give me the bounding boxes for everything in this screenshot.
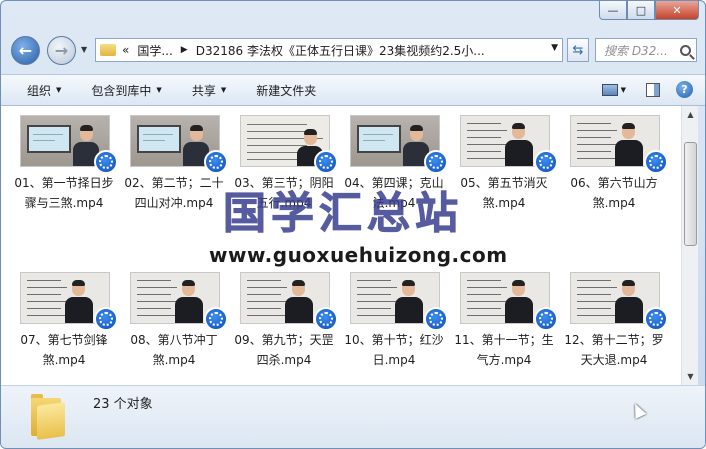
refresh-icon: ⇆ <box>572 42 584 58</box>
include-in-library-menu[interactable]: 包含到库中 ▼ <box>91 82 161 99</box>
view-dropdown-icon[interactable]: ▼ <box>621 86 626 94</box>
file-name: 06、第六节山方煞.mp4 <box>570 176 658 210</box>
search-icon[interactable] <box>680 44 691 56</box>
file-name: 02、第二节；二十四山对冲.mp4 <box>124 176 224 210</box>
chevron-down-icon: ▼ <box>56 86 62 94</box>
explorer-window: — □ ✕ ← → ▼ « 国学... ▶ D32186 李法权《正体五行日课》… <box>0 0 706 449</box>
back-arrow-icon: ← <box>18 41 33 60</box>
media-player-icon <box>534 307 558 331</box>
breadcrumb-root[interactable]: 国学... <box>137 42 172 59</box>
media-player-icon <box>314 150 338 174</box>
share-menu[interactable]: 共享 ▼ <box>192 82 226 99</box>
folder-large-icon <box>31 394 65 440</box>
media-player-icon <box>204 150 228 174</box>
help-icon[interactable]: ? <box>676 81 693 98</box>
media-player-icon <box>314 307 338 331</box>
scroll-down-icon[interactable]: ▼ <box>682 368 699 385</box>
preview-pane-icon[interactable] <box>646 82 660 97</box>
media-player-icon <box>644 307 668 331</box>
watermark-title: 国学汇总站 <box>223 189 463 240</box>
close-button[interactable]: ✕ <box>655 1 699 20</box>
address-bar[interactable]: « 国学... ▶ D32186 李法权《正体五行日课》23集视频约2.5小..… <box>95 38 563 62</box>
breadcrumb-separator-icon[interactable]: ▶ <box>181 45 188 55</box>
navigation-bar: ← → ▼ « 国学... ▶ D32186 李法权《正体五行日课》23集视频约… <box>1 31 705 69</box>
item-count: 23 个对象 <box>93 397 153 412</box>
back-button[interactable]: ← <box>11 36 40 65</box>
media-player-icon <box>424 307 448 331</box>
file-name: 12、第十二节；罗天大退.mp4 <box>564 333 664 367</box>
search-box[interactable]: 搜索 D32... <box>595 38 697 62</box>
media-player-icon <box>534 150 558 174</box>
folder-icon <box>100 44 116 56</box>
breadcrumb-overflow[interactable]: « <box>122 43 129 57</box>
breadcrumb-current[interactable]: D32186 李法权《正体五行日课》23集视频约2.5小... <box>196 42 485 59</box>
file-name: 08、第八节冲丁煞.mp4 <box>130 333 218 367</box>
details-pane: 23 个对象 <box>1 385 705 448</box>
minimize-button[interactable]: — <box>599 1 627 20</box>
refresh-button[interactable]: ⇆ <box>567 38 589 62</box>
share-label: 共享 <box>191 83 216 98</box>
history-dropdown-icon[interactable]: ▼ <box>81 45 87 54</box>
media-player-icon <box>204 307 228 331</box>
new-folder-label: 新建文件夹 <box>256 83 317 98</box>
scrollbar-thumb[interactable] <box>684 142 697 246</box>
chevron-down-icon: ▼ <box>220 86 227 94</box>
new-folder-button[interactable]: 新建文件夹 <box>256 82 316 99</box>
vertical-scrollbar[interactable]: ▲ ▼ <box>681 106 698 385</box>
scroll-up-icon[interactable]: ▲ <box>682 106 699 123</box>
address-dropdown-icon[interactable]: ▼ <box>551 43 558 53</box>
file-name: 09、第九节；天罡四杀.mp4 <box>234 333 334 367</box>
organize-label: 组织 <box>27 83 52 98</box>
caption-buttons: — □ ✕ <box>599 1 699 20</box>
organize-menu[interactable]: 组织 ▼ <box>27 82 61 99</box>
include-library-label: 包含到库中 <box>91 83 152 98</box>
file-name: 05、第五节消灭煞.mp4 <box>460 176 548 210</box>
forward-arrow-icon: → <box>54 41 69 60</box>
search-placeholder: 搜索 D32... <box>604 43 668 58</box>
maximize-button[interactable]: □ <box>627 1 655 20</box>
file-name: 07、第七节剑锋煞.mp4 <box>20 333 108 367</box>
media-player-icon <box>644 150 668 174</box>
media-player-icon <box>94 150 118 174</box>
file-name: 10、第十节；红沙日.mp4 <box>344 333 444 367</box>
file-name: 11、第十一节；生气方.mp4 <box>454 333 554 367</box>
chevron-down-icon: ▼ <box>156 86 162 94</box>
media-player-icon <box>424 150 448 174</box>
mouse-cursor-icon <box>629 401 647 419</box>
watermark-url: www.guoxuehuizong.com <box>209 243 508 267</box>
file-name: 01、第一节择日步骤与三煞.mp4 <box>14 176 114 210</box>
command-bar: 组织 ▼ 包含到库中 ▼ 共享 ▼ 新建文件夹 ▼ ? <box>1 74 705 106</box>
forward-button[interactable]: → <box>47 36 76 65</box>
media-player-icon <box>94 307 118 331</box>
view-options-icon[interactable] <box>601 83 618 96</box>
file-view: 01、第一节择日步骤与三煞.mp4 02、第二节；二十四山对冲.mp4 03、第三节… <box>1 106 681 385</box>
